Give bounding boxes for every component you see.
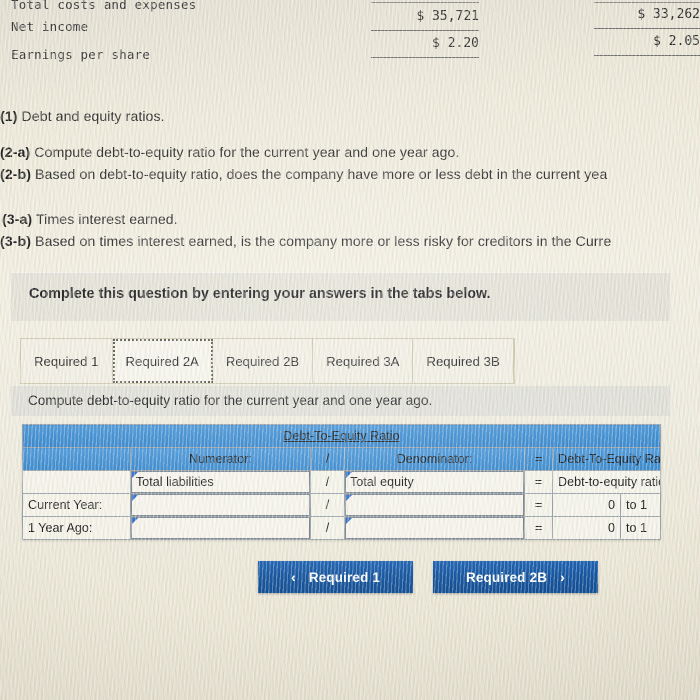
current-year-divide: / [310,493,345,517]
fin-value-prior: $ 2.05 [653,34,700,49]
table-header-row: Numerator: / Denominator: = Debt-To-Equi… [22,447,661,471]
formula-equals: = [524,470,553,494]
rule [594,55,700,56]
header-blank [22,447,131,471]
next-required-button[interactable]: Required 2B › [433,561,598,593]
question-3b: (3-b) Based on times interest earned, is… [0,234,611,250]
instruction-text: Compute debt-to-equity ratio for the cur… [28,393,433,408]
one-year-ago-divide: / [310,516,345,540]
debt-to-equity-table: Debt-To-Equity Ratio Numerator: / Denomi… [22,424,661,540]
header-equals: = [524,447,553,471]
question-2b: (2-b) Based on debt-to-equity ratio, doe… [0,167,607,183]
one-year-ago-denominator-input[interactable] [344,516,525,540]
table-row: Current Year: / = 0 to 1 [22,493,661,517]
previous-required-label: Required 1 [308,569,381,585]
fin-row-label: Net income [11,19,89,34]
dropdown-marker-icon [346,495,352,501]
previous-required-button[interactable]: ‹ Required 1 [258,561,413,593]
fin-row-label: Earnings per share [11,47,151,62]
tab-required-1-label: Required 1 [34,353,99,369]
chevron-left-icon: ‹ [290,569,296,585]
tab-required-1[interactable]: Required 1 [21,339,113,383]
table-title-row: Debt-To-Equity Ratio [22,424,661,448]
answer-panel: Complete this question by entering your … [11,272,700,602]
formula-row-label [22,470,131,494]
rule [594,28,700,29]
header-result: Debt-To-Equity Ratio [552,447,661,471]
formula-divide: / [310,470,345,494]
fin-row-label: Total costs and expenses [11,0,197,12]
chevron-right-icon: › [560,569,565,585]
tab-required-3a-label: Required 3A [326,353,400,369]
table-title-text: Debt-To-Equity Ratio [283,429,400,443]
question-2a-text: Compute debt-to-equity ratio for the cur… [34,145,460,161]
one-year-ago-ratio-value: 0 [552,516,621,540]
row-label-current-year: Current Year: [22,493,131,517]
next-required-label: Required 2B [466,569,548,585]
one-year-ago-equals: = [524,516,553,540]
current-year-numerator-input[interactable] [130,493,311,517]
required-tabs: Required 1 Required 2A Required 2B Requi… [20,338,515,384]
dropdown-marker-icon [346,518,352,524]
tab-required-2b-label: Required 2B [225,353,300,369]
rule [371,57,479,58]
question-2b-text: Based on debt-to-equity ratio, does the … [34,167,608,183]
rule [371,2,479,3]
question-2b-number: (2-b) [0,167,31,183]
financial-statement-excerpt: Total costs and expenses Net income Earn… [0,0,700,86]
one-year-ago-ratio-unit: to 1 [620,516,661,540]
question-2a: (2-a) Compute debt-to-equity ratio for t… [0,145,460,161]
question-1: (1) Debt and equity ratios. [0,109,165,125]
formula-numerator-input[interactable]: Total liabilities [130,470,311,494]
rule [594,2,700,3]
tab-required-3b[interactable]: Required 3B [413,339,514,383]
question-3a: (3-a) Times interest earned. [2,212,178,228]
question-3b-text: Based on times interest earned, is the c… [34,234,612,250]
rule [371,30,479,31]
current-year-equals: = [524,493,553,517]
dropdown-marker-icon [132,495,138,501]
question-3a-text: Times interest earned. [35,212,178,228]
current-year-ratio-value: 0 [552,493,621,517]
formula-numerator-value: Total liabilities [136,475,214,489]
tab-required-2a-label: Required 2A [125,353,199,369]
question-3a-number: (3-a) [2,212,33,228]
row-label-one-year-ago: 1 Year Ago: [22,516,131,540]
tab-required-2b[interactable]: Required 2B [212,339,314,383]
fin-value-current: $ 2.20 [432,36,479,51]
table-row: 1 Year Ago: / = 0 to 1 [22,516,661,540]
tab-required-3a[interactable]: Required 3A [313,339,414,383]
question-1-number: (1) [0,109,18,125]
header-divide: / [310,447,345,471]
fin-value-prior: $ 33,262 [637,7,700,22]
tab-required-2a[interactable]: Required 2A [112,339,213,383]
question-1-text: Debt and equity ratios. [21,109,165,125]
formula-denominator-value: Total equity [350,475,414,489]
current-year-denominator-input[interactable] [344,493,525,517]
formula-denominator-input[interactable]: Total equity [344,470,525,494]
one-year-ago-numerator-input[interactable] [130,516,311,540]
formula-result: Debt-to-equity ratio [552,470,661,494]
header-denominator: Denominator: [344,447,525,471]
header-numerator: Numerator: [130,447,311,471]
current-year-ratio-unit: to 1 [620,493,661,517]
fin-value-current: $ 35,721 [416,9,479,24]
instruction-banner-text: Complete this question by entering your … [29,286,491,302]
dropdown-marker-icon [132,518,138,524]
tab-required-3b-label: Required 3B [426,353,500,369]
table-title: Debt-To-Equity Ratio [22,424,661,448]
table-formula-row: Total liabilities / Total equity = Debt-… [22,470,661,494]
question-3b-number: (3-b) [0,234,31,250]
question-2a-number: (2-a) [0,145,31,161]
